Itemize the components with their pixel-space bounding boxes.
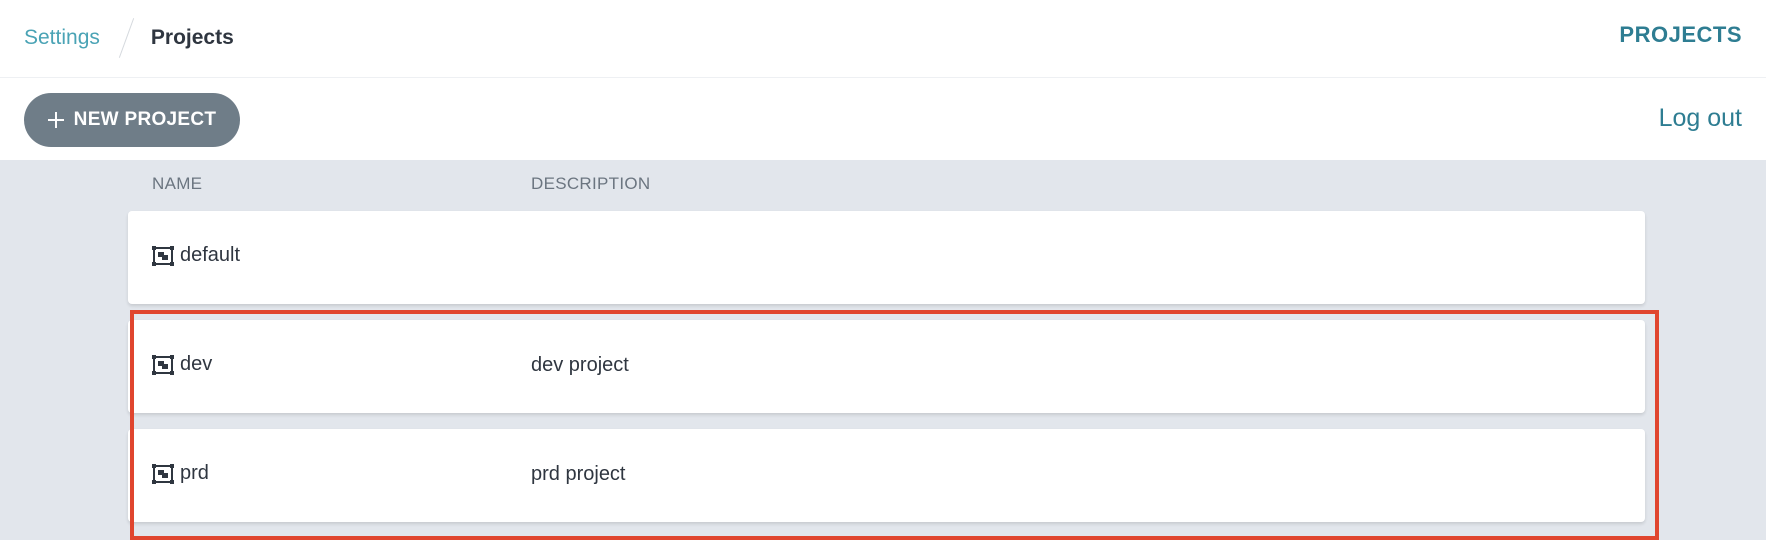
project-name: dev: [180, 353, 213, 375]
toolbar: NEW PROJECT Log out: [0, 78, 1766, 160]
new-project-button[interactable]: NEW PROJECT: [24, 93, 240, 147]
project-row-prd[interactable]: prd prd project: [128, 429, 1645, 522]
breadcrumb-separator: [118, 18, 135, 58]
project-description: dev project: [531, 354, 629, 376]
breadcrumb-current: Projects: [150, 26, 234, 49]
breadcrumb: Settings Projects: [24, 18, 234, 58]
project-description: prd project: [531, 463, 626, 485]
plus-icon: [47, 112, 64, 128]
new-project-label: NEW PROJECT: [73, 109, 217, 130]
column-header-description[interactable]: DESCRIPTION: [531, 174, 650, 194]
projects-page: Settings Projects PROJECTS NEW PROJECT L…: [0, 0, 1766, 540]
top-header: Settings Projects PROJECTS: [0, 0, 1766, 78]
project-icon: [152, 245, 174, 266]
project-name-cell: prd: [152, 462, 209, 485]
project-name-cell: default: [152, 244, 240, 267]
project-name: prd: [180, 462, 209, 484]
logout-link[interactable]: Log out: [1659, 104, 1742, 133]
breadcrumb-settings-link[interactable]: Settings: [24, 26, 100, 50]
project-name: default: [180, 244, 241, 266]
projects-list: NAME DESCRIPTION default dev dev project…: [0, 160, 1766, 540]
project-row-default[interactable]: default: [128, 211, 1645, 304]
project-name-cell: dev: [152, 353, 212, 376]
project-icon: [152, 463, 174, 484]
project-row-dev[interactable]: dev dev project: [128, 320, 1645, 413]
page-title: PROJECTS: [1619, 22, 1742, 47]
column-header-name[interactable]: NAME: [152, 174, 202, 194]
project-icon: [152, 354, 174, 375]
